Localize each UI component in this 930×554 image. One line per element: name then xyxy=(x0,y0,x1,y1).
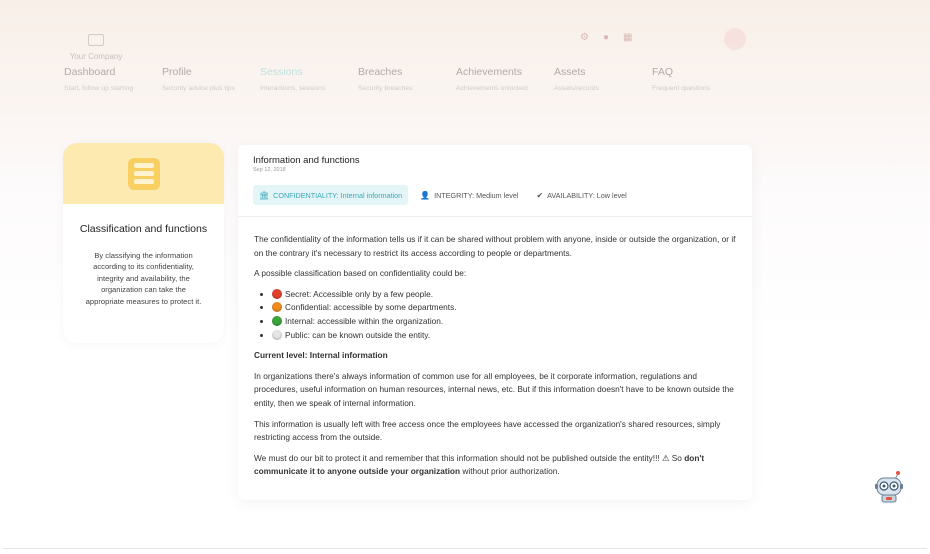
classification-list: Secret: Accessible only by a few people.… xyxy=(254,288,736,342)
server-list-icon xyxy=(127,157,160,190)
topic-description: By classifying the information according… xyxy=(85,251,202,306)
footer-divider xyxy=(0,548,930,549)
list-item: Internal: accessible within the organiza… xyxy=(272,315,736,329)
nav-sublabel: Assets/records xyxy=(554,85,599,92)
tab-integrity[interactable]: 👤 INTEGRITY: Medium level xyxy=(414,185,524,205)
nav-label: Dashboard xyxy=(64,66,116,78)
page-date: Sep 12, 2018 xyxy=(253,167,286,173)
header-icons: ⚙ ● ▦ xyxy=(580,32,632,43)
content-card: Information and functions Sep 12, 2018 🏛… xyxy=(238,145,752,500)
building-icon: 🏛 xyxy=(259,190,270,200)
nav-sublabel: Frequent questions xyxy=(652,85,711,92)
nav-item-assets[interactable]: Assets Assets/records xyxy=(554,66,652,93)
flag-icon[interactable]: ▦ xyxy=(623,32,632,43)
nav-sublabel: Security advice plus tips xyxy=(162,85,235,92)
nav-sublabel: Security breaches xyxy=(358,85,413,92)
tab-label: AVAILABILITY: Low level xyxy=(547,190,627,200)
green-circle-icon xyxy=(272,315,282,326)
list-item: Public: can be known outside the entity. xyxy=(272,329,736,343)
nav-item-achievements[interactable]: Achievements Achievements unlocked xyxy=(456,66,554,93)
nav-item-sessions[interactable]: Sessions Interactions, sessions xyxy=(260,66,358,93)
list-item: Confidential: accessible by some departm… xyxy=(272,301,736,315)
user-shield-icon: 👤 xyxy=(420,190,431,200)
nav-sublabel: Achievements unlocked xyxy=(456,85,528,92)
nav-item-dashboard[interactable]: Dashboard Start, follow up starting xyxy=(64,66,162,93)
tab-label: INTEGRITY: Medium level xyxy=(434,190,519,200)
app-window: Your Company ⚙ ● ▦ Dashboard Start, foll… xyxy=(0,0,930,554)
paragraph-internal-info: In organizations there's always informat… xyxy=(254,370,734,408)
tab-bar: 🏛 CONFIDENTIALITY: Internal information … xyxy=(253,185,633,205)
nav-item-breaches[interactable]: Breaches Security breaches xyxy=(358,66,456,93)
nav-sublabel: Start, follow up starting xyxy=(64,85,134,92)
double-check-icon: ✔ xyxy=(536,190,544,200)
white-circle-icon xyxy=(272,329,282,340)
tab-divider xyxy=(238,216,752,217)
nav-label: Profile xyxy=(162,66,192,78)
nav-label: Assets xyxy=(554,66,586,78)
nav-label: Sessions xyxy=(260,66,303,78)
topic-banner xyxy=(63,143,224,204)
avatar[interactable] xyxy=(724,28,746,50)
topic-title: Classification and functions xyxy=(79,223,208,235)
nav-item-profile[interactable]: Profile Security advice plus tips xyxy=(162,66,260,93)
main-nav: Dashboard Start, follow up starting Prof… xyxy=(64,66,750,93)
settings-icon[interactable]: ⚙ xyxy=(580,32,589,43)
current-level-heading: Current level: Internal information xyxy=(254,350,388,361)
tab-availability[interactable]: ✔ AVAILABILITY: Low level xyxy=(530,185,632,205)
nav-item-faq[interactable]: FAQ Frequent questions xyxy=(652,66,750,93)
nav-label: Achievements xyxy=(456,66,522,78)
robot-assistant-icon[interactable] xyxy=(872,470,906,504)
nav-label: Breaches xyxy=(358,66,403,78)
article-body: The confidentiality of the information t… xyxy=(254,233,736,486)
tab-label: CONFIDENTIALITY: Internal information xyxy=(273,190,403,200)
topic-card: Classification and functions By classify… xyxy=(63,143,224,343)
tab-confidentiality[interactable]: 🏛 CONFIDENTIALITY: Internal information xyxy=(253,185,409,205)
intro-paragraph: The confidentiality of the information t… xyxy=(254,234,736,258)
list-item: Secret: Accessible only by a few people. xyxy=(272,288,736,302)
closing-paragraph: We must do our bit to protect it and rem… xyxy=(254,452,705,477)
company-name: Your Company xyxy=(69,52,123,61)
page-title: Information and functions xyxy=(253,155,360,166)
paragraph-free-access: This information is usually left with fr… xyxy=(254,418,721,443)
nav-label: FAQ xyxy=(652,66,674,78)
company-logo[interactable]: Your Company xyxy=(66,34,126,61)
classification-intro: A possible classification based on confi… xyxy=(254,268,467,279)
logo-icon xyxy=(88,34,104,46)
red-circle-icon xyxy=(272,288,282,299)
nav-sublabel: Interactions, sessions xyxy=(260,85,326,92)
orange-circle-icon xyxy=(272,302,282,313)
bell-icon[interactable]: ● xyxy=(603,32,609,43)
